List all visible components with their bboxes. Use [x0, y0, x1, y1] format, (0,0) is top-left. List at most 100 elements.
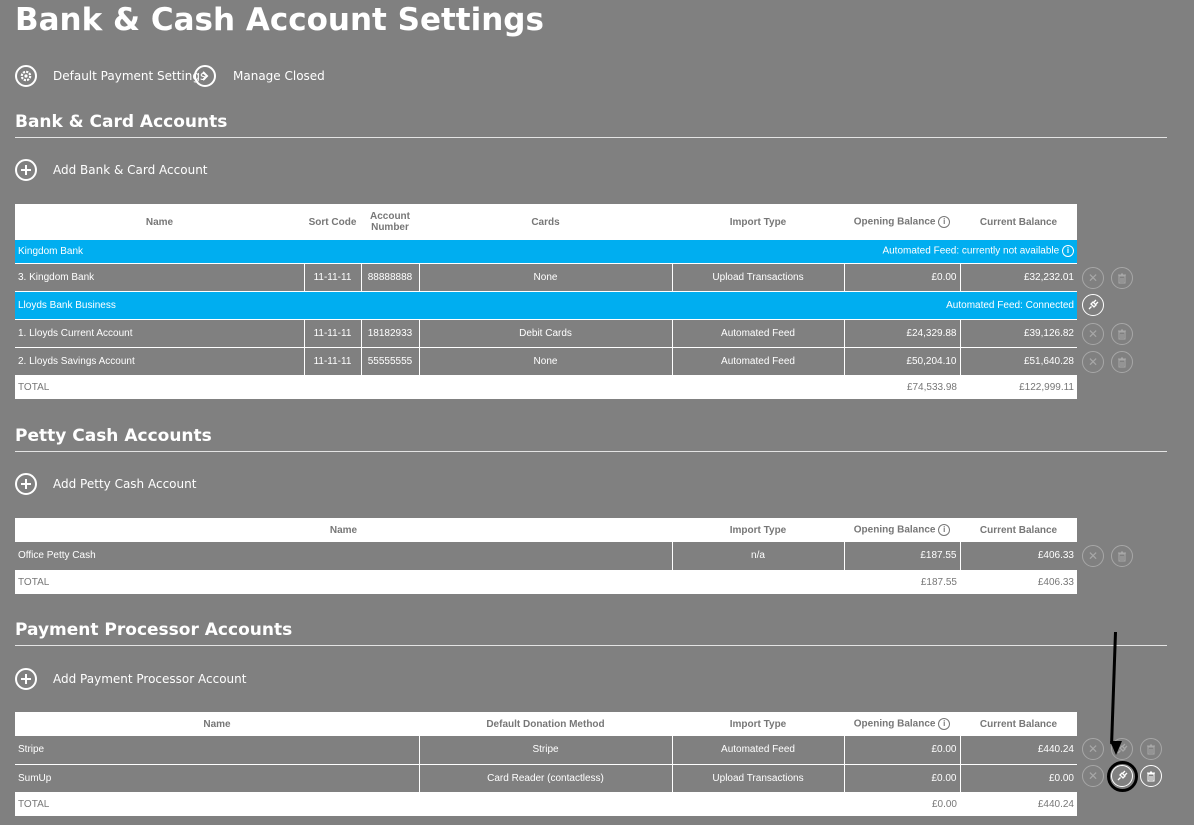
total-row: TOTAL £187.55 £406.33	[15, 570, 1077, 594]
x-icon[interactable]: ✕	[1082, 323, 1104, 345]
trash-icon[interactable]	[1111, 351, 1133, 373]
table-row[interactable]: 3. Kingdom Bank 11-11-11 88888888 None U…	[15, 263, 1077, 292]
opening-balance: £187.55	[844, 542, 961, 571]
plus-icon[interactable]	[15, 668, 37, 690]
col-opening-balance: Opening Balance i	[844, 518, 960, 542]
default-payment-settings-link[interactable]: Default Payment Settings	[53, 69, 206, 83]
col-current-balance: Current Balance	[960, 712, 1077, 736]
trash-icon[interactable]	[1111, 545, 1133, 567]
import-type: Automated Feed	[672, 736, 845, 765]
table-row[interactable]: SumUp Card Reader (contactless) Upload T…	[15, 764, 1077, 793]
import-type: n/a	[672, 542, 845, 571]
col-current-balance: Current Balance	[960, 518, 1077, 542]
col-name: Name	[15, 518, 672, 542]
account-name: Stripe	[15, 736, 420, 765]
col-account-number: Account Number	[361, 204, 419, 240]
col-current-balance: Current Balance	[960, 204, 1077, 240]
petty-section-title: Petty Cash Accounts	[15, 426, 212, 446]
table-row[interactable]: 1. Lloyds Current Account 11-11-11 18182…	[15, 319, 1077, 348]
processor-table: Name Default Donation Method Import Type…	[15, 712, 1077, 816]
x-icon[interactable]: ✕	[1082, 738, 1104, 760]
total-label: TOTAL	[15, 375, 844, 399]
table-row[interactable]: Stripe Stripe Automated Feed £0.00 £440.…	[15, 736, 1077, 765]
x-icon[interactable]: ✕	[1082, 765, 1104, 787]
account-name: 2. Lloyds Savings Account	[15, 347, 305, 376]
account-name: Office Petty Cash	[15, 542, 673, 571]
table-row[interactable]: Office Petty Cash n/a £187.55 £406.33	[15, 542, 1077, 571]
table-row[interactable]: 2. Lloyds Savings Account 11-11-11 55555…	[15, 347, 1077, 376]
table-header: Name Sort Code Account Number Cards Impo…	[15, 204, 1077, 240]
bank-name: Lloyds Bank Business	[15, 291, 672, 320]
col-opening-balance: Opening Balance i	[844, 712, 960, 736]
add-processor-link[interactable]: Add Payment Processor Account	[53, 672, 246, 686]
total-current: £406.33	[960, 570, 1077, 594]
feed-status: Automated Feed: Connected	[672, 291, 1077, 320]
bank-accounts-table: Name Sort Code Account Number Cards Impo…	[15, 204, 1077, 399]
plus-icon[interactable]	[15, 159, 37, 181]
opening-balance: £24,329.88	[844, 319, 961, 348]
manage-closed-link[interactable]: Manage Closed	[233, 69, 325, 83]
processor-section-title: Payment Processor Accounts	[15, 620, 293, 640]
current-balance: £39,126.82	[960, 319, 1077, 348]
info-icon[interactable]: i	[938, 216, 951, 228]
trash-icon[interactable]	[1111, 323, 1133, 345]
plus-icon[interactable]	[15, 473, 37, 495]
plug-icon[interactable]	[1082, 294, 1104, 316]
bank-group-row: Lloyds Bank Business Automated Feed: Con…	[15, 291, 1077, 320]
cards: None	[419, 263, 673, 292]
table-header: Name Default Donation Method Import Type…	[15, 712, 1077, 736]
x-icon[interactable]: ✕	[1082, 545, 1104, 567]
current-balance: £0.00	[960, 764, 1077, 793]
total-current: £440.24	[960, 792, 1077, 816]
col-sort-code: Sort Code	[304, 204, 361, 240]
info-icon[interactable]: i	[938, 718, 951, 730]
col-import-type: Import Type	[672, 518, 844, 542]
col-import-type: Import Type	[672, 204, 844, 240]
opening-balance: £50,204.10	[844, 347, 961, 376]
chevron-right-icon[interactable]	[194, 65, 216, 87]
total-label: TOTAL	[15, 570, 844, 594]
add-petty-cash-link[interactable]: Add Petty Cash Account	[53, 477, 196, 491]
total-opening: £187.55	[844, 570, 960, 594]
table-header: Name Import Type Opening Balance i Curre…	[15, 518, 1077, 542]
trash-icon[interactable]	[1140, 738, 1162, 760]
col-opening-balance: Opening Balance i	[844, 204, 960, 240]
sort-code: 11-11-11	[304, 347, 362, 376]
trash-icon[interactable]	[1111, 267, 1133, 289]
cards: None	[419, 347, 673, 376]
total-row: TOTAL £74,533.98 £122,999.11	[15, 375, 1077, 399]
total-row: TOTAL £0.00 £440.24	[15, 792, 1077, 816]
col-name: Name	[15, 712, 419, 736]
petty-cash-table: Name Import Type Opening Balance i Curre…	[15, 518, 1077, 594]
info-icon[interactable]: i	[1062, 245, 1074, 258]
current-balance: £440.24	[960, 736, 1077, 765]
account-name: 3. Kingdom Bank	[15, 263, 305, 292]
total-label: TOTAL	[15, 792, 844, 816]
col-name: Name	[15, 204, 304, 240]
col-cards: Cards	[419, 204, 672, 240]
info-icon[interactable]: i	[938, 524, 951, 536]
x-icon[interactable]: ✕	[1082, 267, 1104, 289]
section-divider	[15, 645, 1167, 646]
sort-code: 11-11-11	[304, 319, 362, 348]
account-name: SumUp	[15, 764, 420, 793]
page-title: Bank & Cash Account Settings	[15, 2, 544, 38]
cards: Debit Cards	[419, 319, 673, 348]
import-type: Upload Transactions	[672, 764, 845, 793]
method: Stripe	[419, 736, 673, 765]
import-type: Automated Feed	[672, 347, 845, 376]
section-divider	[15, 451, 1167, 452]
total-current: £122,999.11	[960, 375, 1077, 399]
current-balance: £406.33	[960, 542, 1077, 571]
account-number: 88888888	[361, 263, 420, 292]
total-opening: £74,533.98	[844, 375, 960, 399]
opening-balance: £0.00	[844, 764, 961, 793]
trash-icon[interactable]	[1140, 765, 1162, 787]
add-bank-account-link[interactable]: Add Bank & Card Account	[53, 163, 208, 177]
opening-balance: £0.00	[844, 736, 961, 765]
gear-icon[interactable]	[15, 65, 37, 87]
method: Card Reader (contactless)	[419, 764, 673, 793]
col-import-type: Import Type	[672, 712, 844, 736]
import-type: Automated Feed	[672, 319, 845, 348]
x-icon[interactable]: ✕	[1082, 351, 1104, 373]
